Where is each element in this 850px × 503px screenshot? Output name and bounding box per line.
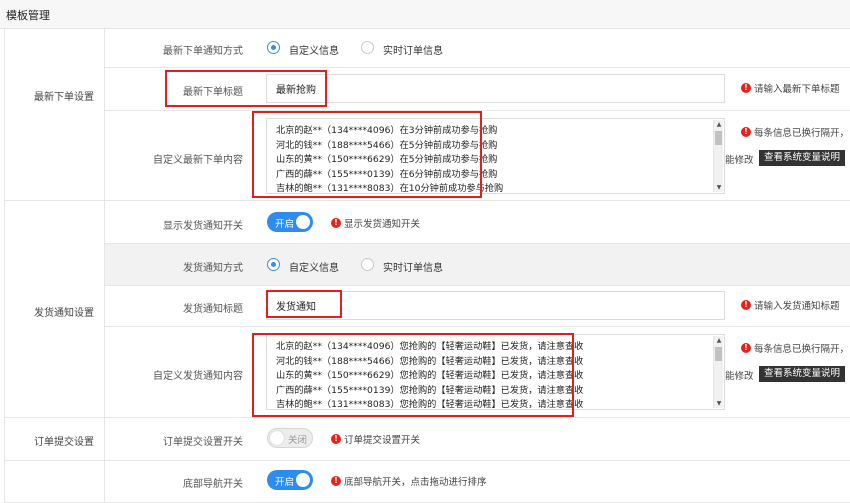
scroll-up-icon[interactable]: ▲ bbox=[714, 336, 724, 345]
page-title: 模板管理 bbox=[6, 9, 50, 22]
latest-title-hint: ! 请输入最新下单标题 bbox=[741, 81, 840, 95]
radio-shipping-custom[interactable] bbox=[267, 258, 280, 271]
warning-icon: ! bbox=[741, 343, 751, 353]
radio-custom-info[interactable] bbox=[267, 41, 280, 54]
toggle-knob bbox=[296, 473, 310, 487]
show-shipping-toggle[interactable]: 开启 bbox=[267, 212, 313, 232]
section-latest-order: 最新下单设置 bbox=[34, 92, 94, 103]
latest-content-hint: ! 每条信息已换行隔开， bbox=[741, 125, 849, 139]
scroll-down-icon[interactable]: ▼ bbox=[714, 183, 724, 192]
order-submit-label: 订单提交设置开关 bbox=[163, 437, 243, 448]
order-submit-hint: ! 订单提交设置开关 bbox=[331, 432, 420, 446]
scroll-down-icon[interactable]: ▼ bbox=[714, 399, 724, 408]
warning-icon: ! bbox=[331, 476, 341, 486]
show-shipping-hint: ! 显示发货通知开关 bbox=[331, 216, 420, 230]
page-header: 模板管理 bbox=[0, 0, 850, 29]
latest-content-label: 自定义最新下单内容 bbox=[153, 155, 243, 166]
highlight-box bbox=[165, 70, 327, 107]
highlight-box bbox=[252, 111, 482, 198]
radio-shipping-realtime-label[interactable]: 实时订单信息 bbox=[383, 259, 443, 274]
shipping-method-label: 发货通知方式 bbox=[183, 263, 243, 274]
section-shipping: 发货通知设置 bbox=[34, 308, 94, 319]
shipping-content-hint-extra: 能修改 bbox=[725, 371, 754, 382]
latest-content-hint-extra: 能修改 bbox=[725, 155, 754, 166]
warning-icon: ! bbox=[331, 434, 341, 444]
latest-title-input[interactable]: 最新抢购 bbox=[266, 74, 725, 103]
highlight-box bbox=[252, 333, 574, 417]
show-shipping-label: 显示发货通知开关 bbox=[163, 221, 243, 232]
scroll-up-icon[interactable]: ▲ bbox=[714, 120, 724, 129]
radio-custom-info-label[interactable]: 自定义信息 bbox=[289, 42, 339, 57]
textarea-scrollbar[interactable]: ▲ ▼ bbox=[713, 120, 723, 192]
help-variables-button[interactable]: 查看系统变量说明 bbox=[759, 366, 846, 382]
toggle-knob bbox=[296, 215, 310, 229]
notify-method-label: 最新下单通知方式 bbox=[163, 46, 243, 57]
section-order-submit: 订单提交设置 bbox=[34, 437, 94, 448]
radio-realtime-order-label[interactable]: 实时订单信息 bbox=[383, 42, 443, 57]
bottom-nav-label: 底部导航开关 bbox=[183, 479, 243, 490]
help-variables-button[interactable]: 查看系统变量说明 bbox=[759, 150, 846, 166]
bottom-nav-toggle[interactable]: 开启 bbox=[267, 470, 313, 490]
warning-icon: ! bbox=[331, 218, 341, 228]
shipping-title-hint: ! 请输入发货通知标题 bbox=[741, 298, 840, 312]
radio-shipping-custom-label[interactable]: 自定义信息 bbox=[289, 259, 339, 274]
textarea-scrollbar[interactable]: ▲ ▼ bbox=[713, 336, 723, 408]
bottom-nav-hint: ! 底部导航开关，点击拖动进行排序 bbox=[331, 474, 487, 488]
order-submit-toggle[interactable]: 关闭 bbox=[267, 428, 313, 448]
shipping-content-label: 自定义发货通知内容 bbox=[153, 371, 243, 382]
warning-icon: ! bbox=[741, 127, 751, 137]
shipping-title-label: 发货通知标题 bbox=[183, 304, 243, 315]
warning-icon: ! bbox=[741, 300, 751, 310]
radio-realtime-order[interactable] bbox=[361, 41, 374, 54]
scroll-thumb[interactable] bbox=[715, 131, 722, 145]
highlight-box bbox=[266, 290, 342, 318]
scroll-thumb[interactable] bbox=[715, 347, 722, 361]
warning-icon: ! bbox=[741, 83, 751, 93]
toggle-knob bbox=[270, 431, 284, 445]
shipping-content-hint: ! 每条信息已换行隔开， bbox=[741, 341, 849, 355]
radio-shipping-realtime[interactable] bbox=[361, 258, 374, 271]
